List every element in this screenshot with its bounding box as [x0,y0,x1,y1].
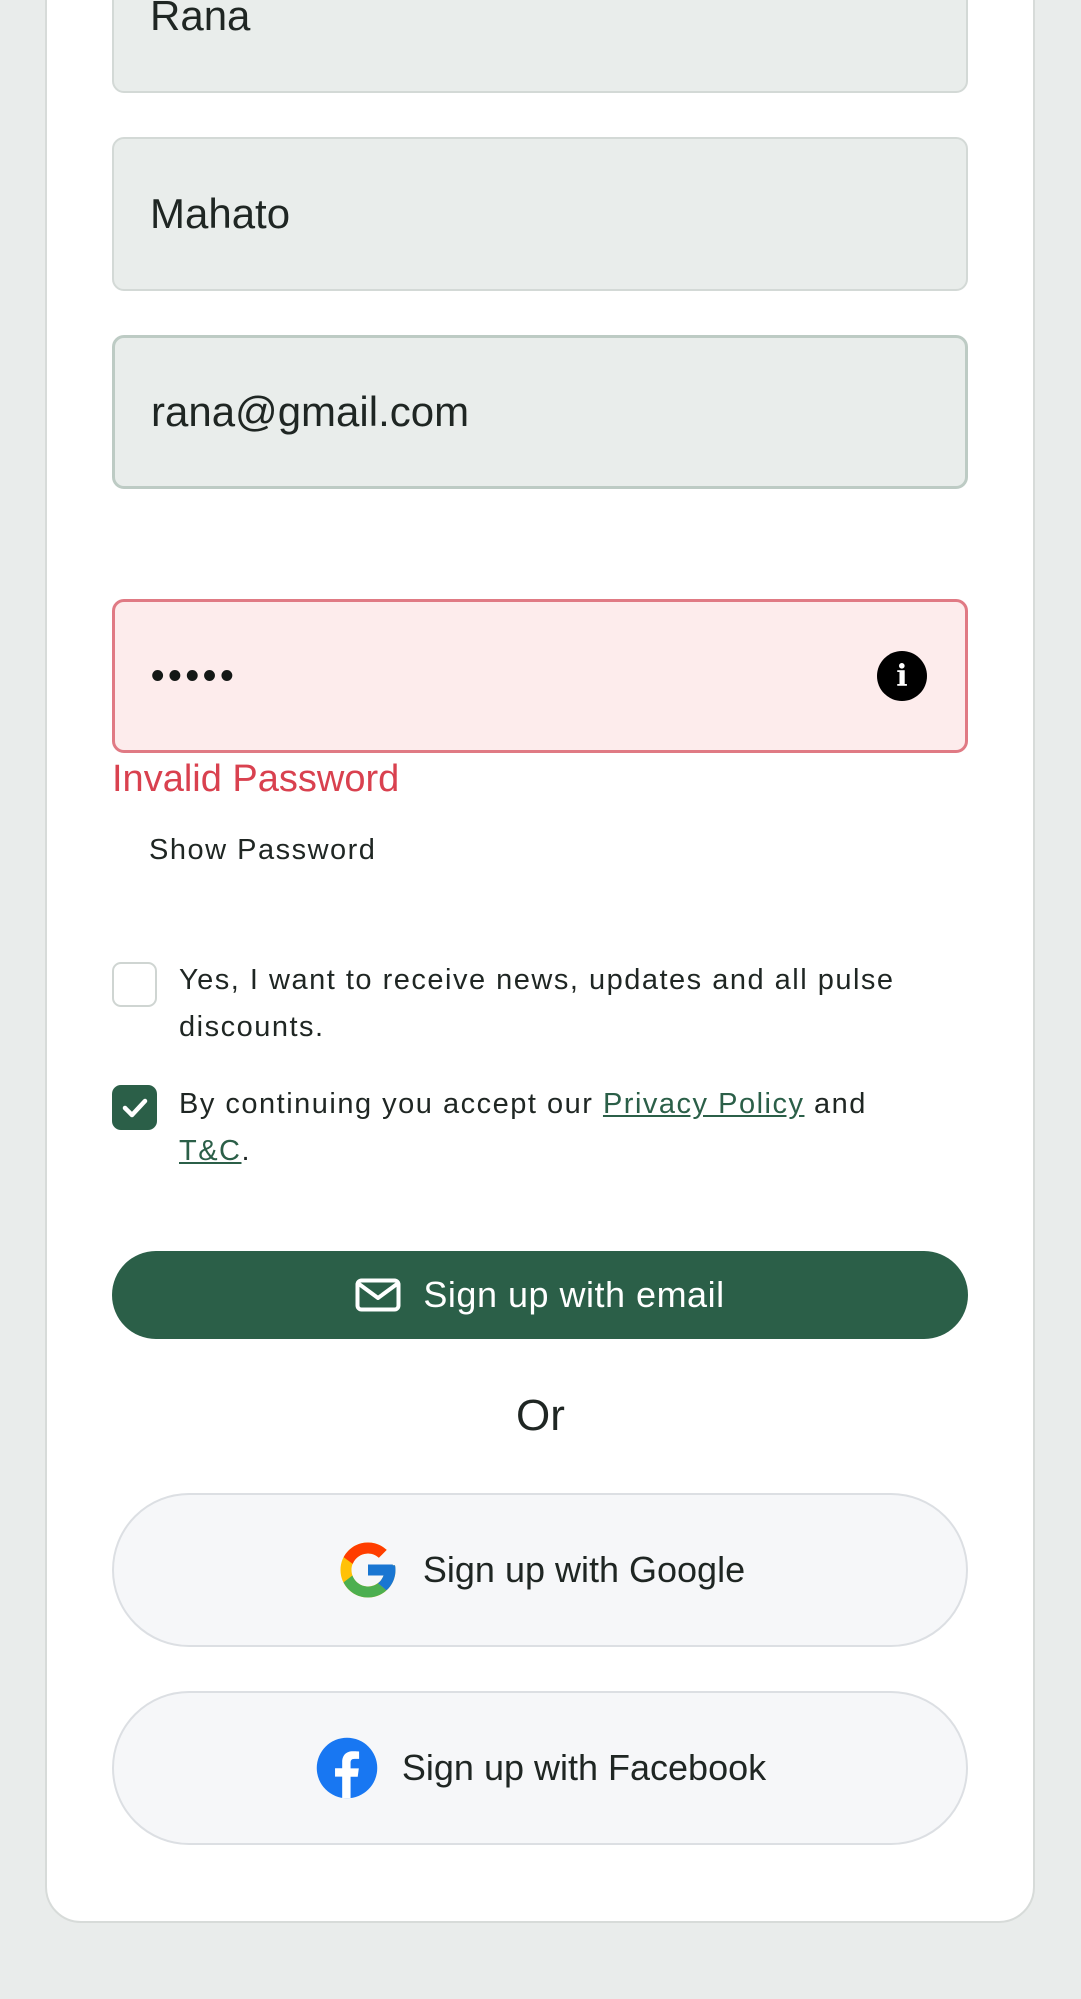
email-input[interactable]: rana@gmail.com [112,335,968,489]
info-icon[interactable]: i [877,651,927,701]
password-error-message: Invalid Password [112,758,400,800]
facebook-logo-icon [316,1737,378,1799]
terms-label: By continuing you accept our Privacy Pol… [179,1081,959,1175]
google-logo-icon [340,1542,396,1598]
terms-checkbox[interactable] [112,1085,157,1130]
checkmark-icon [122,1098,147,1117]
password-mask: ••••• [151,654,238,697]
terms-prefix: By continuing you accept our [179,1088,603,1120]
newsletter-checkbox[interactable] [112,962,157,1007]
first-name-input[interactable]: Rana [112,0,968,93]
sign-up-google-label: Sign up with Google [422,1549,746,1590]
sign-up-google-button[interactable]: Sign up with Google [112,1493,968,1647]
newsletter-label: Yes, I want to receive news, updates and… [179,964,895,1043]
show-password-toggle[interactable]: Show Password [149,834,376,867]
terms-and-conditions-link[interactable]: T&C [179,1135,242,1167]
first-name-value: Rana [150,0,251,39]
or-divider: Or [516,1391,565,1440]
envelope-icon [355,1278,401,1312]
sign-up-email-button[interactable]: Sign up with email [112,1251,968,1339]
email-value: rana@gmail.com [151,388,470,435]
last-name-value: Mahato [150,190,291,237]
terms-suffix: . [241,1135,252,1167]
password-input[interactable]: ••••• i [112,599,968,753]
terms-and: and [804,1088,867,1120]
last-name-input[interactable]: Mahato [112,137,968,291]
sign-up-email-label: Sign up with email [423,1274,725,1315]
sign-up-facebook-button[interactable]: Sign up with Facebook [112,1691,968,1845]
privacy-policy-link[interactable]: Privacy Policy [603,1088,805,1120]
sign-up-facebook-label: Sign up with Facebook [401,1747,767,1788]
